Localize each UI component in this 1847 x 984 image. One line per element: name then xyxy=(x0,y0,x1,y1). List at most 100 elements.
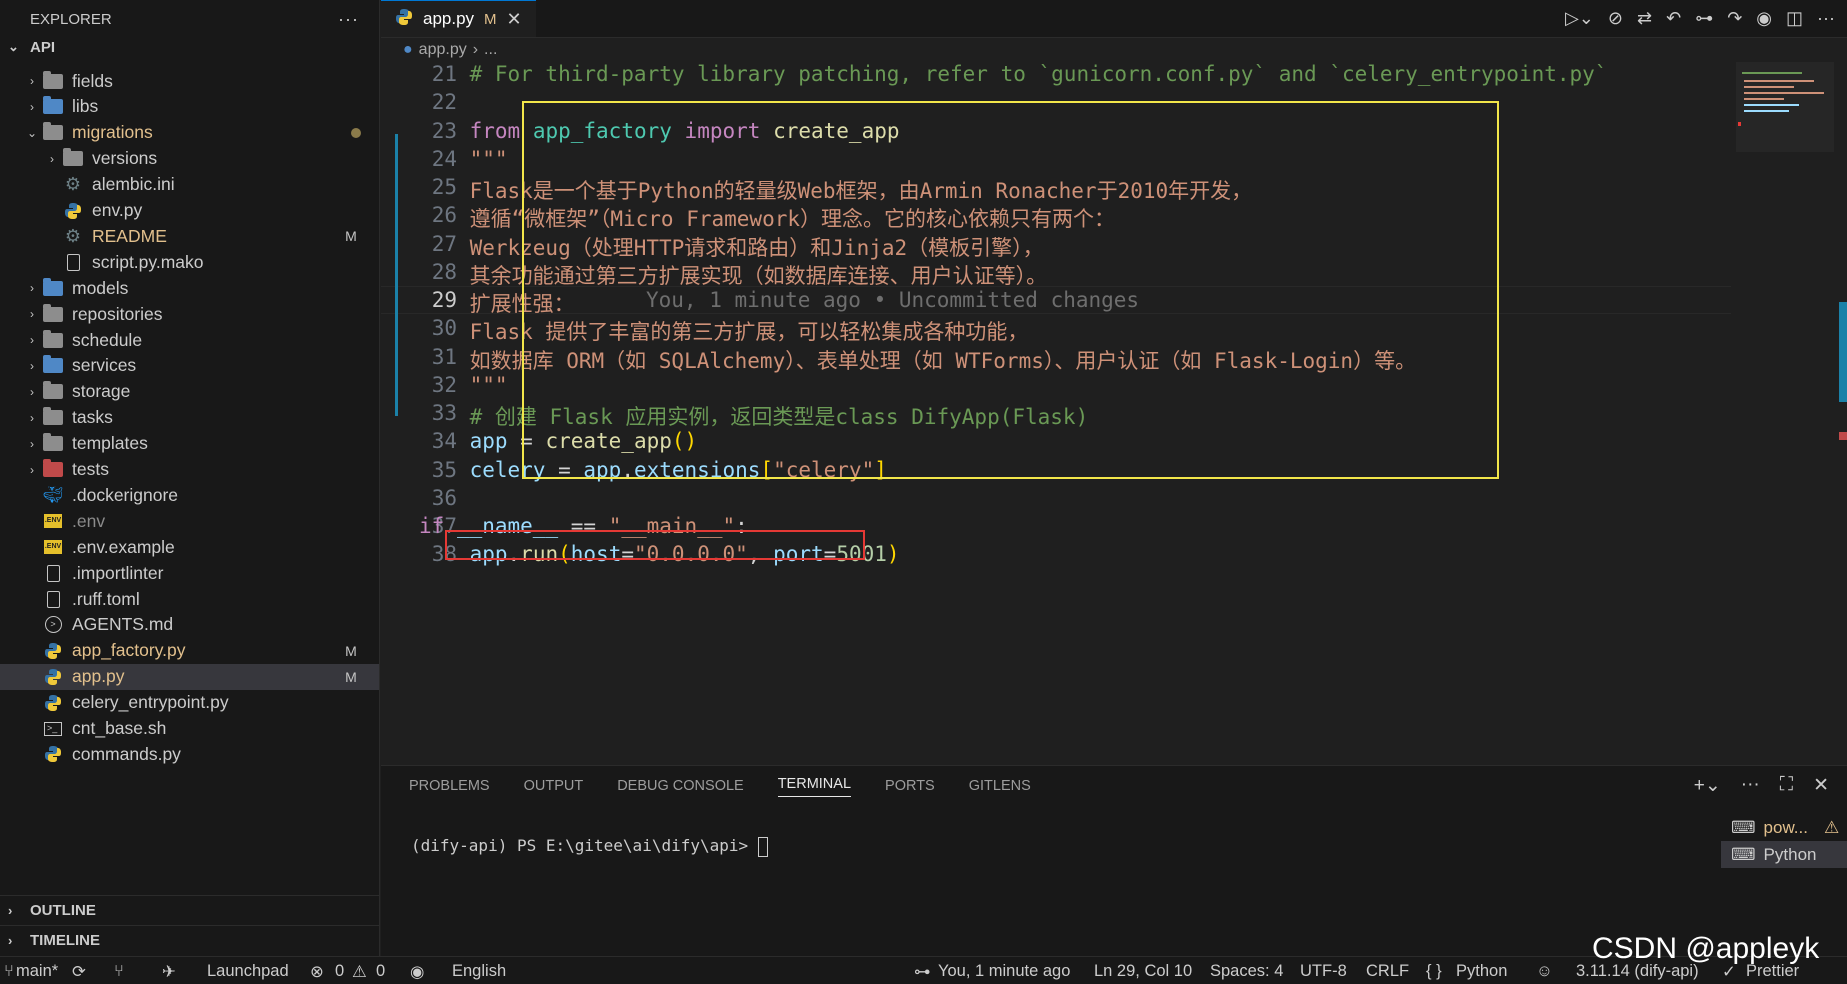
git-graph-icon[interactable]: ⑂ xyxy=(114,962,124,981)
tree-item[interactable]: › tasks xyxy=(0,405,379,431)
tab-app-py[interactable]: app.py M ✕ xyxy=(381,0,536,37)
tree-item[interactable]: script.py.mako xyxy=(0,249,379,275)
tree-item[interactable]: >_ cnt_base.sh xyxy=(0,716,379,742)
tree-item-label: .dockerignore xyxy=(72,484,179,505)
outline-section-header[interactable]: › OUTLINE xyxy=(0,895,379,925)
tab-terminal[interactable]: TERMINAL xyxy=(777,776,852,797)
tree-item[interactable]: .ENV .env xyxy=(0,508,379,534)
tree-item[interactable]: › versions xyxy=(0,146,379,172)
tree-item[interactable]: › fields xyxy=(0,68,379,94)
tree-item[interactable]: › storage xyxy=(0,379,379,405)
tab-gitlens[interactable]: GITLENS xyxy=(969,778,1031,794)
tree-item[interactable]: › schedule xyxy=(0,327,379,353)
tree-item[interactable]: app.py M xyxy=(0,663,379,690)
tree-item[interactable]: ⚙ alembic.ini xyxy=(0,172,379,198)
markdown-icon: > xyxy=(42,615,64,635)
tree-item-label: env.py xyxy=(92,200,143,220)
chevron-right-icon[interactable]: › xyxy=(22,437,42,451)
chevron-right-icon[interactable]: › xyxy=(22,385,42,399)
workspace-section-header[interactable]: ⌄ API xyxy=(0,36,379,58)
terminal-output[interactable]: (dify-api) PS E:\gitee\ai\dify\api> xyxy=(411,836,768,857)
code-line[interactable]: """ xyxy=(419,373,508,397)
minimap[interactable] xyxy=(1736,62,1834,652)
compare-changes-icon[interactable]: ⇄ xyxy=(1637,8,1652,29)
git-previous-icon[interactable]: ↶ xyxy=(1666,8,1681,29)
more-icon[interactable]: ··· xyxy=(1817,8,1835,29)
more-actions-icon[interactable]: ··· xyxy=(338,9,359,30)
tree-item[interactable]: > AGENTS.md xyxy=(0,612,379,638)
status-encoding[interactable]: UTF-8 xyxy=(1300,962,1347,981)
chevron-right-icon[interactable]: › xyxy=(22,281,42,295)
tree-item[interactable]: .ENV .env.example xyxy=(0,534,379,560)
git-next-icon[interactable]: ↷ xyxy=(1727,8,1742,29)
tree-item[interactable]: env.py xyxy=(0,198,379,224)
tree-item[interactable]: ⚙ README M xyxy=(0,223,379,249)
tree-item[interactable]: › libs xyxy=(0,94,379,120)
watch-icon[interactable]: ◉ xyxy=(410,962,424,982)
status-errors[interactable]: 0 xyxy=(335,962,344,981)
status-warnings[interactable]: 0 xyxy=(376,962,385,981)
terminal-instance[interactable]: ⌨ pow... ⚠ xyxy=(1721,814,1847,841)
gitlens-icon[interactable]: ◉ xyxy=(1756,8,1772,29)
breadcrumb-file[interactable]: app.py xyxy=(419,41,467,59)
env-file-icon: .ENV xyxy=(42,537,64,557)
eye-off-icon[interactable]: ⊘ xyxy=(1608,8,1623,29)
folder-icon xyxy=(42,407,64,428)
chevron-right-icon[interactable]: › xyxy=(22,411,42,425)
run-icon[interactable]: ▷⌄ xyxy=(1565,8,1594,29)
status-input-language[interactable]: English xyxy=(452,962,506,981)
split-editor-icon[interactable]: ◫ xyxy=(1786,8,1803,29)
tree-item[interactable]: commands.py xyxy=(0,741,379,767)
status-eol[interactable]: CRLF xyxy=(1366,962,1409,981)
chevron-right-icon[interactable]: › xyxy=(22,333,42,347)
chevron-right-icon[interactable]: › xyxy=(22,74,42,88)
chevron-right-icon[interactable]: › xyxy=(22,359,42,373)
close-panel-icon[interactable]: ✕ xyxy=(1813,774,1829,797)
chevron-right-icon[interactable]: › xyxy=(22,463,42,477)
tree-item[interactable]: › templates xyxy=(0,431,379,457)
status-blame[interactable]: You, 1 minute ago xyxy=(938,962,1070,981)
copilot-icon[interactable]: ☺ xyxy=(1536,962,1553,981)
status-launchpad[interactable]: Launchpad xyxy=(207,962,289,981)
git-commit-icon[interactable]: ⊶ xyxy=(1695,8,1713,29)
tab-problems[interactable]: PROBLEMS xyxy=(409,778,490,794)
tree-item[interactable]: .importlinter xyxy=(0,560,379,586)
terminal-icon: ⌨ xyxy=(1731,844,1756,864)
tree-item[interactable]: celery_entrypoint.py xyxy=(0,690,379,716)
terminal-prompt: (dify-api) PS E:\gitee\ai\dify\api> xyxy=(411,836,758,855)
maximize-panel-icon[interactable]: ⛶ xyxy=(1780,774,1793,797)
status-language[interactable]: Python xyxy=(1456,962,1507,981)
editor-scrollbar[interactable] xyxy=(1836,62,1847,652)
code-line[interactable]: # For third-party library patching, refe… xyxy=(419,62,1608,86)
tree-item[interactable]: ⌄ migrations xyxy=(0,120,379,146)
code-line[interactable]: """ xyxy=(419,147,508,171)
tree-item[interactable]: 🐳︎ .dockerignore xyxy=(0,482,379,508)
tree-item[interactable]: app_factory.py M xyxy=(0,638,379,664)
close-icon[interactable]: ✕ xyxy=(507,9,522,30)
tree-item[interactable]: › repositories xyxy=(0,301,379,327)
new-terminal-icon[interactable]: +⌄ xyxy=(1694,774,1721,797)
tab-debug-console[interactable]: DEBUG CONSOLE xyxy=(617,778,744,794)
panel-actions: +⌄ ··· ⛶ ✕ xyxy=(1694,774,1829,797)
breadcrumb-rest[interactable]: ... xyxy=(484,41,497,59)
status-position[interactable]: Ln 29, Col 10 xyxy=(1094,962,1192,981)
chevron-right-icon[interactable]: › xyxy=(22,100,42,114)
status-branch[interactable]: main* xyxy=(16,962,58,981)
timeline-title: TIMELINE xyxy=(30,932,100,949)
tree-item[interactable]: › models xyxy=(0,275,379,301)
tab-ports[interactable]: PORTS xyxy=(885,778,935,794)
tree-item[interactable]: › tests xyxy=(0,457,379,483)
terminal-instance[interactable]: ⌨ Python xyxy=(1721,841,1847,868)
tab-output[interactable]: OUTPUT xyxy=(524,778,584,794)
chevron-right-icon[interactable]: › xyxy=(22,307,42,321)
chevron-right-icon[interactable]: › xyxy=(42,152,62,166)
tree-item[interactable]: › services xyxy=(0,353,379,379)
chevron-down-icon[interactable]: ⌄ xyxy=(22,126,42,140)
more-icon[interactable]: ··· xyxy=(1741,774,1760,797)
tab-label: app.py xyxy=(423,9,475,28)
timeline-section-header[interactable]: › TIMELINE xyxy=(0,925,379,955)
sync-icon[interactable]: ⟳ xyxy=(72,962,86,982)
chevron-right-icon: › xyxy=(8,933,13,948)
status-spaces[interactable]: Spaces: 4 xyxy=(1210,962,1283,981)
tree-item[interactable]: .ruff.toml xyxy=(0,586,379,612)
